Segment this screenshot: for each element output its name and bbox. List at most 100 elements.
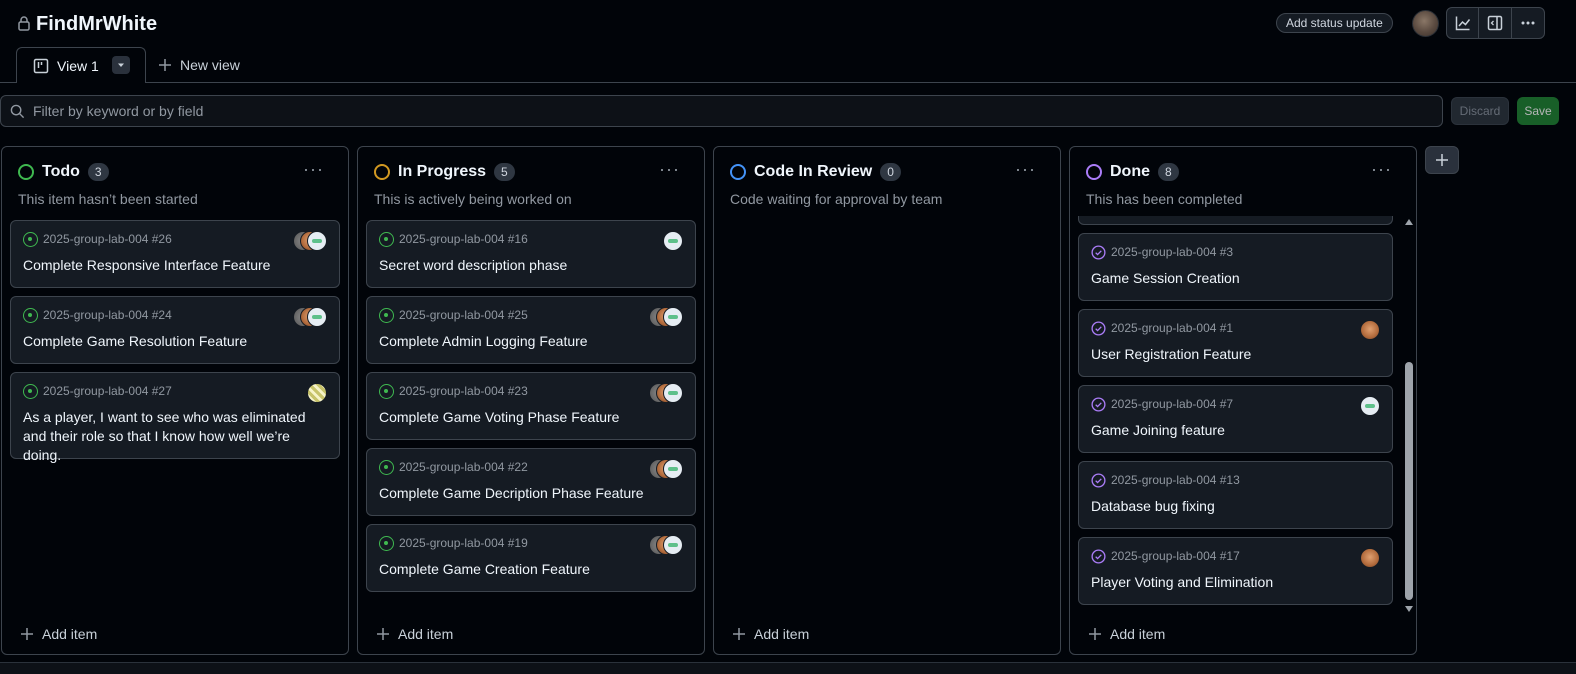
issue-card[interactable]: 2025-group-lab-004 #19 Complete Game Cre… (366, 524, 696, 592)
add-item-button[interactable]: Add item (732, 626, 809, 642)
issue-ref: 2025-group-lab-004 #26 (43, 232, 172, 246)
scroll-thumb[interactable] (1405, 362, 1413, 600)
status-circle-icon (374, 164, 390, 180)
assignees[interactable] (663, 231, 683, 251)
column-menu-button[interactable]: ··· (659, 160, 680, 178)
issue-ref: 2025-group-lab-004 #24 (43, 308, 172, 322)
issue-ref: 2025-group-lab-004 #3 (1111, 245, 1234, 259)
issue-closed-icon (1091, 320, 1106, 336)
search-icon (10, 104, 25, 119)
scroll-up-icon[interactable] (1405, 218, 1413, 226)
issue-ref: 2025-group-lab-004 #23 (399, 384, 528, 398)
issue-title[interactable]: As a player, I want to see who was elimi… (23, 408, 327, 465)
assignees[interactable] (649, 459, 683, 479)
issue-title[interactable]: Game Session Creation (1091, 269, 1380, 288)
column-menu-button[interactable]: ··· (1371, 160, 1392, 178)
column-menu-button[interactable]: ··· (1015, 160, 1036, 178)
issue-title[interactable]: Complete Game Voting Phase Feature (379, 408, 683, 427)
issue-card[interactable]: 2025-group-lab-004 #25 Complete Admin Lo… (366, 296, 696, 364)
save-button[interactable]: Save (1517, 97, 1559, 125)
issue-title[interactable]: Complete Game Creation Feature (379, 560, 683, 579)
column-todo: Todo 3 ··· This item hasn’t been started… (1, 146, 349, 655)
issue-card[interactable]: 2025-group-lab-004 #24 Complete Game Res… (10, 296, 340, 364)
add-item-label: Add item (754, 626, 810, 642)
avatar (307, 231, 327, 251)
issue-card[interactable]: 2025-group-lab-004 #16 Secret word descr… (366, 220, 696, 288)
header-actions (1446, 7, 1545, 39)
side-panel-button[interactable] (1479, 8, 1512, 38)
add-item-button[interactable]: Add item (376, 626, 453, 642)
add-status-update-button[interactable]: Add status update (1276, 13, 1393, 33)
assignees[interactable] (293, 231, 327, 251)
column-in-progress: In Progress 5 ··· This is actively being… (357, 146, 705, 655)
assignees[interactable] (649, 307, 683, 327)
issue-card[interactable]: 2025-group-lab-004 #26 Complete Responsi… (10, 220, 340, 288)
status-circle-icon (18, 164, 34, 180)
discard-button[interactable]: Discard (1451, 97, 1509, 125)
issue-card[interactable]: 2025-group-lab-004 #27 As a player, I wa… (10, 372, 340, 463)
tab-view-1[interactable]: View 1 (16, 47, 146, 83)
add-item-label: Add item (1110, 626, 1166, 642)
sidebar-icon (1487, 15, 1503, 31)
assignees[interactable] (649, 383, 683, 403)
assignees[interactable] (1360, 320, 1380, 340)
issue-card[interactable]: 2025-group-lab-004 #1 User Registration … (1078, 309, 1393, 377)
assignees[interactable] (649, 535, 683, 555)
avatar (663, 307, 683, 327)
issue-ref: 2025-group-lab-004 #17 (1111, 549, 1240, 563)
issue-card[interactable]: 2025-group-lab-004 #7 Game Joining featu… (1078, 385, 1393, 453)
issue-open-icon (379, 383, 394, 399)
issue-open-icon (379, 459, 394, 475)
new-view-button[interactable]: New view (158, 57, 240, 73)
issue-title[interactable]: Player Voting and Elimination (1091, 573, 1380, 592)
issue-card[interactable]: 2025-group-lab-004 #13 Database bug fixi… (1078, 461, 1393, 529)
issue-title[interactable]: Database bug fixing (1091, 497, 1380, 516)
avatar (1360, 548, 1380, 568)
assignees[interactable] (1360, 396, 1380, 416)
tab-label: View 1 (57, 58, 99, 74)
add-item-button[interactable]: Add item (20, 626, 97, 642)
more-options-button[interactable] (1512, 8, 1544, 38)
column-description: Code waiting for approval by team (730, 191, 943, 207)
assignees[interactable] (307, 383, 327, 403)
graph-icon (1455, 16, 1470, 31)
issue-title[interactable]: User Registration Feature (1091, 345, 1380, 364)
add-column-button[interactable] (1425, 146, 1459, 174)
project-header: FindMrWhite Add status update (0, 0, 1576, 48)
assignees[interactable] (293, 307, 327, 327)
avatar[interactable] (1412, 10, 1439, 37)
issue-open-icon (23, 231, 38, 247)
add-item-button[interactable]: Add item (1088, 626, 1165, 642)
column-count: 8 (1158, 163, 1179, 181)
issue-title[interactable]: Complete Game Resolution Feature (23, 332, 327, 351)
issue-open-icon (379, 231, 394, 247)
issue-title[interactable]: Complete Responsive Interface Feature (23, 256, 327, 275)
issue-card[interactable]: 2025-group-lab-004 #3 Game Session Creat… (1078, 233, 1393, 301)
issue-card[interactable]: 2025-group-lab-004 #23 Complete Game Vot… (366, 372, 696, 440)
plus-icon (1089, 628, 1101, 640)
column-menu-button[interactable]: ··· (303, 160, 324, 178)
issue-ref: 2025-group-lab-004 #16 (399, 232, 528, 246)
column-count: 3 (87, 163, 109, 181)
insights-button[interactable] (1447, 8, 1480, 38)
scroll-down-icon[interactable] (1405, 605, 1413, 613)
issue-title[interactable]: Complete Admin Logging Feature (379, 332, 683, 351)
issue-title[interactable]: Secret word description phase (379, 256, 683, 275)
filter-input[interactable] (33, 101, 1433, 121)
issue-title[interactable]: Game Joining feature (1091, 421, 1380, 440)
issue-card[interactable] (1078, 216, 1393, 225)
assignees[interactable] (1360, 548, 1380, 568)
issue-open-icon (23, 383, 38, 399)
issue-closed-icon (1091, 396, 1106, 412)
issue-title[interactable]: Complete Game Decription Phase Feature (379, 484, 683, 503)
scrollbar[interactable] (1403, 215, 1415, 617)
column-code-in-review: Code In Review 0 ··· Code waiting for ap… (713, 146, 1061, 655)
issue-card[interactable]: 2025-group-lab-004 #17 Player Voting and… (1078, 537, 1393, 605)
done-card-list[interactable]: 2025-group-lab-004 #3 Game Session Creat… (1078, 216, 1400, 624)
issue-ref: 2025-group-lab-004 #25 (399, 308, 528, 322)
column-description: This has been completed (1086, 191, 1243, 207)
horizontal-scrollbar[interactable] (0, 662, 1576, 674)
lock-icon (18, 16, 30, 31)
issue-card[interactable]: 2025-group-lab-004 #22 Complete Game Dec… (366, 448, 696, 516)
view-options-button[interactable] (112, 56, 130, 74)
